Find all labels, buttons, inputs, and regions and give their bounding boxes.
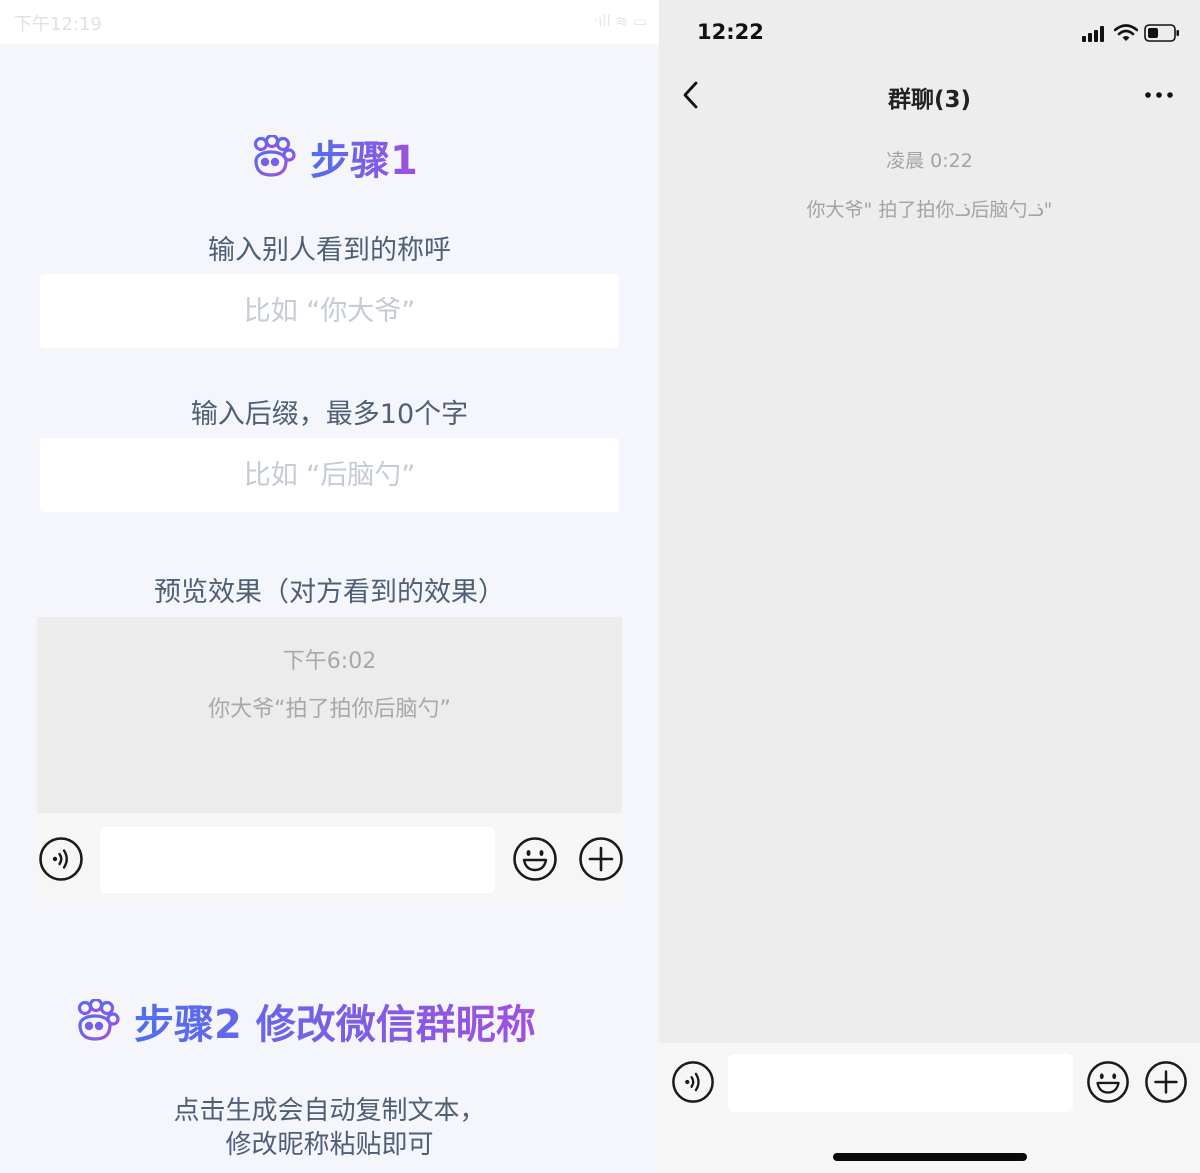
- status-time: 12:22: [697, 20, 764, 44]
- preview-message: 你大爷“拍了拍你后脑勺”: [208, 697, 451, 722]
- name-label: 输入别人看到的称呼: [208, 235, 451, 266]
- preview-text-box: [100, 827, 495, 893]
- wechat-chat-panel: 12:22 群聊(3) 凌晨 0:22 你大爷" 拍了拍你ᓘ后脑勺ᓘ": [659, 0, 1200, 1173]
- status-bar: 下午12:19 ·ıll ≋ ▭: [0, 0, 659, 44]
- paw-icon: [77, 999, 120, 1041]
- emoji-icon: [513, 837, 557, 881]
- suffix-input[interactable]: [40, 437, 619, 513]
- battery-icon: [1144, 24, 1179, 42]
- wifi-icon: [1114, 24, 1138, 41]
- instruction-line2: 修改昵称粘贴即可: [225, 1130, 434, 1160]
- chat-text-input[interactable]: [728, 1054, 1073, 1112]
- name-input[interactable]: [40, 273, 619, 349]
- step2-title-text: 步骤2 修改微信群昵称: [134, 992, 536, 1050]
- suffix-label: 输入后缀，最多10个字: [190, 399, 469, 430]
- step-guide-panel: 下午12:19 ·ıll ≋ ▭ 步骤1 输入别人看到的称呼 比如 “你大爷” …: [0, 0, 659, 1173]
- more-icon[interactable]: [1143, 86, 1175, 104]
- plus-icon: [579, 837, 623, 881]
- status-icons: ·ıll ≋ ▭: [593, 12, 647, 30]
- step2-title: 步骤2 修改微信群昵称: [72, 992, 536, 1050]
- name-field[interactable]: [40, 273, 619, 349]
- emoji-icon[interactable]: [1086, 1060, 1130, 1104]
- chat-title: 群聊(3): [887, 87, 972, 113]
- home-indicator: [833, 1153, 1027, 1161]
- suffix-field[interactable]: [40, 437, 619, 513]
- step1-title-text: 步骤1: [310, 128, 418, 186]
- system-pat-message: 你大爷" 拍了拍你ᓘ后脑勺ᓘ": [806, 199, 1053, 221]
- status-time: 下午12:19: [14, 14, 102, 35]
- preview-label: 预览效果（对方看到的效果）: [154, 577, 505, 608]
- paw-icon: [253, 135, 296, 177]
- voice-icon: [39, 837, 83, 881]
- signal-icon: [1082, 26, 1104, 42]
- preview-input-bar: [37, 813, 623, 903]
- instruction-line1: 点击生成会自动复制文本，: [173, 1096, 486, 1126]
- step1-title: 步骤1: [248, 128, 418, 186]
- voice-icon[interactable]: [671, 1060, 715, 1104]
- preview-time: 下午6:02: [282, 649, 377, 674]
- plus-icon[interactable]: [1144, 1060, 1188, 1104]
- preview-chat-area: 下午6:02 你大爷“拍了拍你后脑勺”: [37, 617, 622, 813]
- chat-timestamp: 凌晨 0:22: [886, 150, 973, 172]
- chat-input-bar: [659, 1043, 1200, 1173]
